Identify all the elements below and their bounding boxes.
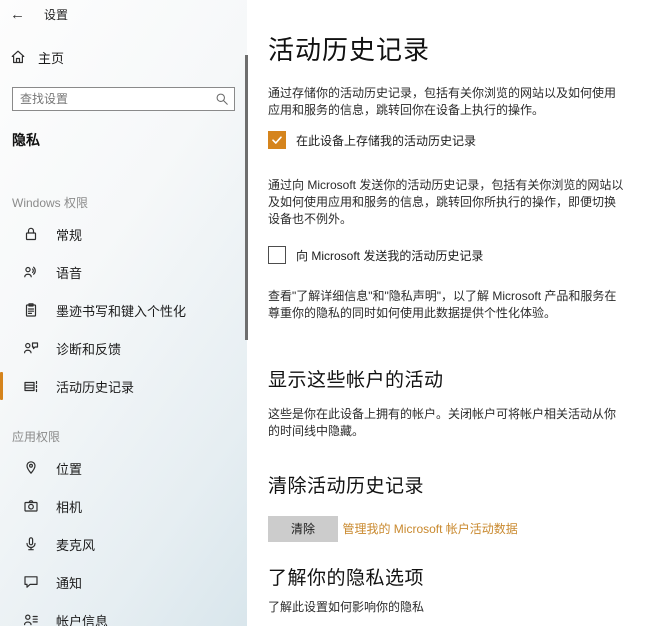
home-icon [9,49,27,65]
settings-window: ← 设置 主页 隐私 Windows 权限 常规语音墨迹书写和键入个性化诊断和反… [0,0,646,626]
sidebar-item-notifications[interactable]: 通知 [0,563,247,601]
account-icon [22,612,39,626]
sidebar-item-camera[interactable]: 相机 [0,487,247,525]
store-activity-checkbox-label: 在此设备上存储我的活动历史记录 [296,133,477,148]
camera-icon [22,498,39,515]
activity-history-icon [22,378,39,395]
clear-button[interactable]: 清除 [268,515,338,542]
group-label-app-permissions: 应用权限 [12,430,61,444]
lock-icon [22,226,39,243]
search-input[interactable] [12,87,235,111]
sidebar-item-label: 帐户信息 [56,613,109,626]
privacy-note-paragraph: 查看"了解详细信息"和"隐私声明"，以了解 Microsoft 产品和服务在尊重… [268,289,617,320]
feedback-icon [22,340,39,357]
sidebar-item-account[interactable]: 帐户信息 [0,601,247,626]
page-title: 活动历史记录 [268,35,431,65]
nav-group-app-permissions: 位置相机麦克风通知帐户信息 [0,449,247,626]
sidebar-item-label: 位置 [56,461,83,477]
microphone-icon [22,536,39,553]
store-activity-checkbox-row[interactable]: 在此设备上存储我的活动历史记录 [268,130,624,150]
send-activity-checkbox-row[interactable]: 向 Microsoft 发送我的活动历史记录 [268,245,624,265]
search-box [12,87,235,111]
sidebar-item-home-label: 主页 [38,50,65,66]
sidebar: ← 设置 主页 隐私 Windows 权限 常规语音墨迹书写和键入个性化诊断和反… [0,0,247,626]
sidebar-item-label: 通知 [56,575,83,591]
sidebar-item-inking[interactable]: 墨迹书写和键入个性化 [0,291,247,329]
speech-icon [22,264,39,281]
sidebar-item-activity-history[interactable]: 活动历史记录 [0,367,247,405]
notifications-icon [22,574,39,591]
clear-section-heading: 清除活动历史记录 [268,476,425,497]
send-description-paragraph: 通过向 Microsoft 发送你的活动历史记录，包括有关你浏览的网站以及如何使… [268,178,624,226]
sidebar-item-feedback[interactable]: 诊断和反馈 [0,329,247,367]
sidebar-item-location[interactable]: 位置 [0,449,247,487]
sidebar-header: ← 设置 [0,0,247,23]
sidebar-item-microphone[interactable]: 麦克风 [0,525,247,563]
manage-account-data-link[interactable]: 管理我的 Microsoft 帐户活动数据 [342,520,517,537]
back-button[interactable]: ← [10,6,36,23]
vertical-scrollbar[interactable] [245,55,248,340]
main-content: 活动历史记录 通过存储你的活动历史记录，包括有关你浏览的网站以及如何使用应用和服… [268,0,624,616]
sidebar-item-label: 麦克风 [56,537,96,553]
store-activity-checkbox[interactable] [268,131,286,149]
sidebar-item-label: 墨迹书写和键入个性化 [56,303,187,319]
privacy-options-heading: 了解你的隐私选项 [268,567,425,589]
send-activity-checkbox-label: 向 Microsoft 发送我的活动历史记录 [296,248,484,263]
sidebar-item-label: 诊断和反馈 [56,341,122,357]
sidebar-item-label: 相机 [56,499,83,515]
sidebar-item-label: 常规 [56,227,83,243]
nav-group-windows-permissions: 常规语音墨迹书写和键入个性化 诊断和反馈活动历史记录 [0,215,247,405]
sidebar-item-label: 语音 [56,265,83,281]
intro-paragraph: 通过存储你的活动历史记录，包括有关你浏览的网站以及如何使用应用和服务的信息，跳转… [268,86,617,117]
sidebar-item-home[interactable]: 主页 [9,46,247,68]
sidebar-item-speech[interactable]: 语音 [0,253,247,291]
checkmark-icon [272,136,282,144]
send-activity-checkbox[interactable] [268,246,286,264]
sidebar-item-label: 活动历史记录 [56,379,135,395]
group-label-windows-permissions: Windows 权限 [12,196,89,210]
inking-icon [22,302,39,319]
search-icon[interactable] [215,92,229,111]
category-title: 隐私 [12,132,40,148]
accounts-section-heading: 显示这些帐户的活动 [268,370,444,391]
privacy-options-description: 了解此设置如何影响你的隐私 [268,599,425,614]
sidebar-item-lock[interactable]: 常规 [0,215,247,253]
accounts-description: 这些是你在此设备上拥有的帐户。关闭帐户可将帐户相关活动从你的时间线中隐藏。 [268,407,617,438]
app-title: 设置 [44,7,69,22]
location-icon [22,460,39,477]
